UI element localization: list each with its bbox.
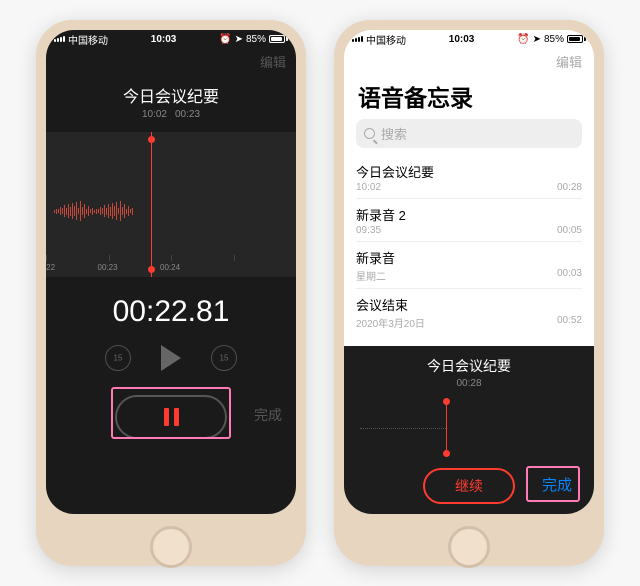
list-item[interactable]: 今日会议纪要 10:0200:28 xyxy=(356,156,582,198)
battery-percent: 85% xyxy=(544,34,564,45)
page-title: 语音备忘录 xyxy=(344,75,594,119)
search-placeholder: 搜索 xyxy=(381,124,407,143)
transport-controls xyxy=(46,329,296,387)
battery-icon xyxy=(567,35,586,43)
home-button[interactable] xyxy=(150,526,192,568)
list-item[interactable]: 会议结束 2020年3月20日00:52 xyxy=(356,288,582,335)
panel-title: 今日会议纪要 xyxy=(356,356,582,376)
playhead-indicator[interactable] xyxy=(446,401,447,454)
recording-title: 今日会议纪要 xyxy=(46,83,296,107)
skip-forward-15-button[interactable] xyxy=(211,345,237,371)
status-bar: 中国移动 10:03 ⏰ ➤ 85% xyxy=(344,30,594,48)
battery-percent: 85% xyxy=(246,34,266,45)
search-icon xyxy=(364,128,375,139)
recording-header: 今日会议纪要 10:02 00:23 xyxy=(46,75,296,124)
edit-button[interactable]: 编辑 xyxy=(344,48,594,75)
skip-back-15-button[interactable] xyxy=(105,345,131,371)
location-icon: ➤ xyxy=(533,34,541,45)
waveform-view[interactable]: 00:22 00:23 00:24 xyxy=(46,132,296,277)
recording-duration: 00:23 xyxy=(175,109,200,120)
signal-icon xyxy=(352,36,363,42)
continue-recording-button[interactable]: 继续 xyxy=(423,468,515,504)
playback-panel: 今日会议纪要 00:28 继续 完成 xyxy=(344,346,594,514)
alarm-icon: ⏰ xyxy=(219,34,231,45)
play-button[interactable] xyxy=(161,345,181,371)
phone-frame-left: 中国移动 10:03 ⏰ ➤ 85% 编辑 今日会议纪要 10:02 00:23 xyxy=(36,20,306,566)
status-bar: 中国移动 10:03 ⏰ ➤ 85% xyxy=(46,30,296,48)
list-item[interactable]: 新录音 星期二00:03 xyxy=(356,241,582,288)
signal-icon xyxy=(54,36,65,42)
search-input[interactable]: 搜索 xyxy=(356,119,582,148)
waveform-audio xyxy=(46,197,156,225)
edit-button[interactable]: 编辑 xyxy=(46,48,296,75)
carrier-label: 中国移动 xyxy=(68,32,108,47)
tutorial-highlight xyxy=(526,466,580,502)
recordings-list: 今日会议纪要 10:0200:28 新录音 2 09:3500:05 新录音 星… xyxy=(344,156,594,335)
time-ruler: 00:22 00:23 00:24 xyxy=(46,255,296,277)
phone-frame-right: 中国移动 10:03 ⏰ ➤ 85% 编辑 语音备忘录 搜索 今日会议纪要 xyxy=(334,20,604,566)
tutorial-highlight xyxy=(111,387,231,439)
carrier-label: 中国移动 xyxy=(366,32,406,47)
home-button[interactable] xyxy=(448,526,490,568)
battery-icon xyxy=(269,35,288,43)
done-button[interactable]: 完成 xyxy=(254,405,282,425)
elapsed-time: 00:22.81 xyxy=(46,277,296,329)
list-item[interactable]: 新录音 2 09:3500:05 xyxy=(356,198,582,241)
recording-time-created: 10:02 xyxy=(142,109,167,120)
panel-duration: 00:28 xyxy=(356,378,582,389)
panel-waveform[interactable] xyxy=(356,395,582,460)
status-time: 10:03 xyxy=(449,34,475,45)
location-icon: ➤ xyxy=(235,34,243,45)
alarm-icon: ⏰ xyxy=(517,34,529,45)
status-time: 10:03 xyxy=(151,34,177,45)
